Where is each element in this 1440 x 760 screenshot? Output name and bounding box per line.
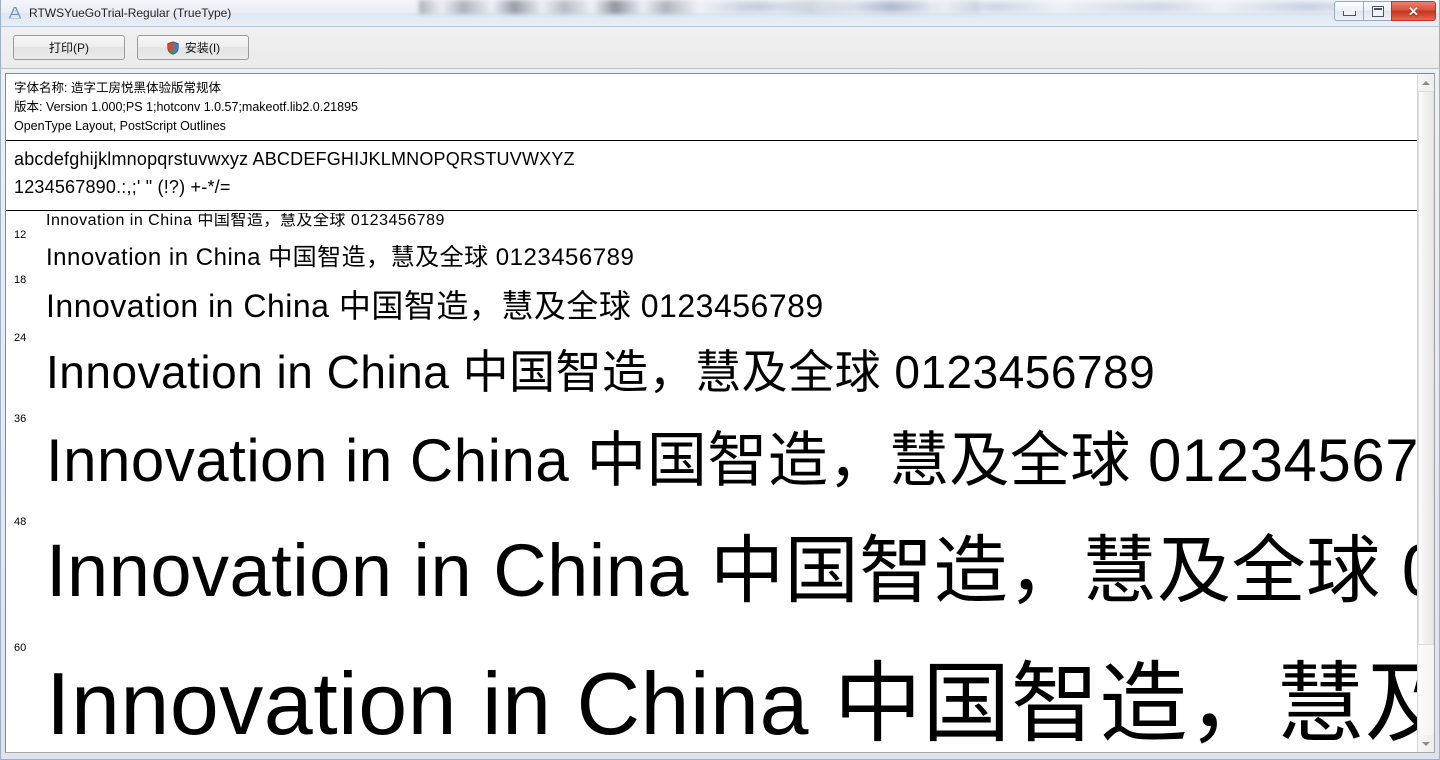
sample-text: Innovation in China 中国智造，慧及全球 0123456789 — [46, 429, 1417, 494]
scrollbar-thumb[interactable] — [1418, 91, 1434, 645]
toolbar: 打印(P) 安装(I) — [1, 27, 1439, 69]
font-version-line: 版本: Version 1.000;PS 1;hotconv 1.0.57;ma… — [14, 100, 358, 114]
scroll-down-arrow-icon — [1422, 741, 1430, 746]
title-bar-blur-artifact-secondary — [701, 2, 1439, 11]
sample-text: Innovation in China 中国智造，慧及全球 0123456789 — [46, 213, 445, 229]
content-frame: 字体名称: 造字工房悦黑体验版常规体 版本: Version 1.000;PS … — [5, 73, 1435, 753]
title-bar-left: RTWSYueGoTrial-Regular (TrueType) — [1, 5, 231, 21]
sample-row: 48 Innovation in China 中国智造，慧及全球 0123456… — [6, 429, 1417, 532]
font-file-icon — [8, 7, 22, 20]
scrollbar-track[interactable] — [1418, 91, 1434, 735]
sample-row: 72 Innovation in China 中国智造，慧及全球 0123456… — [6, 658, 1417, 752]
sample-size-label: 36 — [14, 413, 27, 425]
sample-size-label: 24 — [14, 332, 27, 344]
font-name-line: 字体名称: 造字工房悦黑体验版常规体 — [14, 81, 221, 95]
sample-text: Innovation in China 中国智造，慧及全球 0123456789 — [46, 658, 1417, 752]
print-button-label: 打印(P) — [49, 41, 89, 55]
alphabet-digits-line: 1234567890.:,;' " (!?) +-*/= — [14, 177, 231, 197]
scroll-up-button[interactable] — [1418, 74, 1434, 91]
sample-row: 36 Innovation in China 中国智造，慧及全球 0123456… — [6, 348, 1417, 429]
sample-size-label: 48 — [14, 516, 27, 528]
maximize-restore-button[interactable] — [1363, 1, 1392, 21]
close-icon: ✕ — [1408, 3, 1419, 19]
vertical-scrollbar[interactable] — [1417, 74, 1434, 752]
font-viewer-window: RTWSYueGoTrial-Regular (TrueType) ✕ 打印(P… — [0, 0, 1440, 760]
alphabet-block: abcdefghijklmnopqrstuvwxyz ABCDEFGHIJKLM… — [6, 141, 1417, 206]
font-info-block: 字体名称: 造字工房悦黑体验版常规体 版本: Version 1.000;PS … — [6, 74, 1417, 136]
sample-size-list: 12 Innovation in China 中国智造，慧及全球 0123456… — [6, 211, 1417, 752]
content-wrapper: 字体名称: 造字工房悦黑体验版常规体 版本: Version 1.000;PS … — [1, 69, 1439, 759]
title-bar: RTWSYueGoTrial-Regular (TrueType) ✕ — [1, 0, 1439, 27]
install-button[interactable]: 安装(I) — [137, 35, 249, 60]
scroll-down-button[interactable] — [1418, 735, 1434, 752]
sample-row: 24 Innovation in China 中国智造，慧及全球 0123456… — [6, 290, 1417, 348]
window-controls: ✕ — [1334, 1, 1436, 21]
title-bar-blur-artifact — [419, 0, 979, 14]
sample-size-label: 18 — [14, 274, 27, 286]
print-button[interactable]: 打印(P) — [13, 35, 125, 60]
close-button[interactable]: ✕ — [1391, 1, 1436, 21]
sample-size-label: 12 — [14, 229, 27, 241]
sample-text: Innovation in China 中国智造，慧及全球 0123456789 — [46, 532, 1417, 612]
alphabet-letters-line: abcdefghijklmnopqrstuvwxyz ABCDEFGHIJKLM… — [14, 149, 575, 169]
maximize-icon — [1371, 5, 1384, 17]
window-title: RTWSYueGoTrial-Regular (TrueType) — [29, 6, 232, 20]
sample-size-label: 60 — [14, 642, 27, 654]
font-preview-pane[interactable]: 字体名称: 造字工房悦黑体验版常规体 版本: Version 1.000;PS … — [6, 74, 1417, 752]
minimize-button[interactable] — [1334, 1, 1363, 21]
scroll-up-arrow-icon — [1422, 80, 1430, 85]
sample-row: 60 Innovation in China 中国智造，慧及全球 0123456… — [6, 532, 1417, 658]
sample-row: 12 Innovation in China 中国智造，慧及全球 0123456… — [6, 213, 1417, 245]
sample-text: Innovation in China 中国智造，慧及全球 0123456789 — [46, 290, 824, 324]
sample-text: Innovation in China 中国智造，慧及全球 0123456789 — [46, 348, 1156, 398]
sample-row: 18 Innovation in China 中国智造，慧及全球 0123456… — [6, 245, 1417, 290]
minimize-icon — [1342, 10, 1356, 16]
sample-text: Innovation in China 中国智造，慧及全球 0123456789 — [46, 245, 635, 271]
install-button-label: 安装(I) — [184, 41, 221, 55]
font-outline-line: OpenType Layout, PostScript Outlines — [14, 119, 226, 133]
uac-shield-icon — [167, 41, 179, 55]
